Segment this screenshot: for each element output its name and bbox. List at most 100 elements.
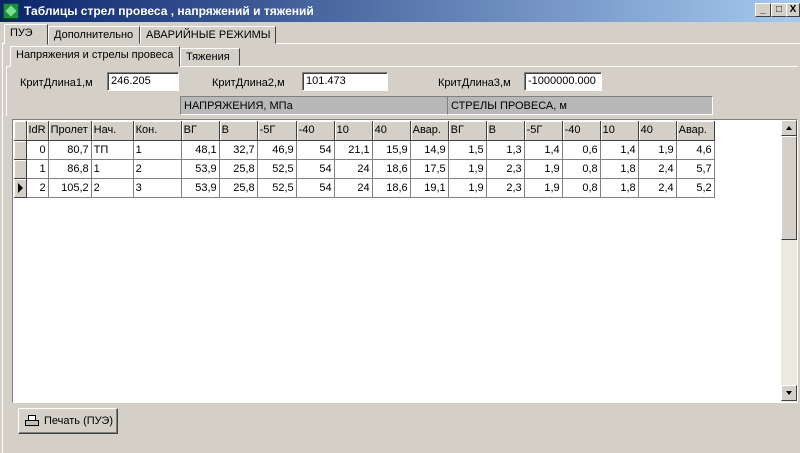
scroll-up-button[interactable] <box>781 120 797 136</box>
scroll-down-button[interactable] <box>781 385 797 401</box>
column-header[interactable]: 10 <box>334 121 373 141</box>
table-cell[interactable]: ТП <box>91 140 134 160</box>
column-header[interactable]: В <box>219 121 258 141</box>
table-cell[interactable]: 2,3 <box>486 178 525 198</box>
table-cell[interactable]: 2,4 <box>638 159 677 179</box>
table-cell[interactable]: 1 <box>26 159 49 179</box>
row-indicator[interactable] <box>14 178 27 198</box>
tab-stress-sag[interactable]: Напряжения и стрелы провеса <box>10 46 180 67</box>
table-cell[interactable]: 46,9 <box>257 140 297 160</box>
table-cell[interactable]: 1 <box>91 159 134 179</box>
table-cell[interactable]: 4,6 <box>676 140 715 160</box>
print-pue-button[interactable]: Печать (ПУЭ) <box>18 408 118 434</box>
column-header[interactable]: -40 <box>296 121 335 141</box>
table-cell[interactable]: 0,8 <box>562 159 601 179</box>
column-header[interactable]: -40 <box>562 121 601 141</box>
table-cell[interactable]: 105,2 <box>48 178 92 198</box>
stress-group-header: НАПРЯЖЕНИЯ, МПа <box>180 96 448 115</box>
table-cell[interactable]: 5,2 <box>676 178 715 198</box>
column-header[interactable]: Авар. <box>676 121 715 141</box>
table-cell[interactable]: 14,9 <box>410 140 449 160</box>
table-cell[interactable]: 5,7 <box>676 159 715 179</box>
table-cell[interactable]: 54 <box>296 159 335 179</box>
row-pointer-icon <box>18 182 23 193</box>
table-cell[interactable]: 18,6 <box>372 159 411 179</box>
table-cell[interactable]: 17,5 <box>410 159 449 179</box>
row-indicator[interactable] <box>14 140 27 160</box>
tab-tension[interactable]: Тяжения <box>180 48 240 66</box>
window-title: Таблицы стрел провеса , напряжений и тяж… <box>24 4 314 18</box>
column-header[interactable]: 40 <box>372 121 411 141</box>
tab-pue[interactable]: ПУЭ <box>4 24 48 45</box>
column-header[interactable]: ВГ <box>448 121 487 141</box>
table-cell[interactable]: 48,1 <box>181 140 220 160</box>
table-cell[interactable]: 18,6 <box>372 178 411 198</box>
table-cell[interactable]: 1,4 <box>524 140 563 160</box>
tab-additional[interactable]: Дополнительно <box>48 26 140 44</box>
table-cell[interactable]: 19,1 <box>410 178 449 198</box>
arrow-down-icon <box>786 391 792 395</box>
table-cell[interactable]: 0 <box>26 140 49 160</box>
column-header[interactable]: Пролет <box>48 121 92 141</box>
crit-length2-field[interactable]: 101.473 <box>302 72 388 91</box>
column-header[interactable]: 40 <box>638 121 677 141</box>
table-cell[interactable]: 52,5 <box>257 178 297 198</box>
table-cell[interactable]: 1,5 <box>448 140 487 160</box>
table-cell[interactable]: 1,8 <box>600 178 639 198</box>
table-cell[interactable]: 2,4 <box>638 178 677 198</box>
column-header[interactable]: -5Г <box>524 121 563 141</box>
table-row[interactable]: 2 105,2 2 3 53,9 25,8 52,5 54 24 18,6 19,1 1,9 2,3 1,… <box>14 178 715 198</box>
table-cell[interactable]: 0,8 <box>562 178 601 198</box>
column-header[interactable]: -5Г <box>257 121 297 141</box>
table-cell[interactable]: 53,9 <box>181 178 220 198</box>
table-cell[interactable]: 1,9 <box>524 159 563 179</box>
table-row[interactable]: 0 80,7 ТП 1 48,1 32,7 46,9 54 21,1 15,9 14,9 1,5 1,3… <box>14 140 715 160</box>
table-cell[interactable]: 1,9 <box>638 140 677 160</box>
table-cell[interactable]: 1,3 <box>486 140 525 160</box>
table-cell[interactable]: 53,9 <box>181 159 220 179</box>
table-cell[interactable]: 25,8 <box>219 159 258 179</box>
table-cell[interactable]: 2 <box>26 178 49 198</box>
table-cell[interactable]: 1,9 <box>448 178 487 198</box>
row-indicator[interactable] <box>14 159 27 179</box>
table-cell[interactable]: 80,7 <box>48 140 92 160</box>
table-cell[interactable]: 3 <box>133 178 182 198</box>
table-cell[interactable]: 1 <box>133 140 182 160</box>
table-cell[interactable]: 25,8 <box>219 178 258 198</box>
column-header[interactable]: Кон. <box>133 121 182 141</box>
crit-length1-field[interactable]: 246.205 <box>107 72 179 91</box>
table-row[interactable]: 1 86,8 1 2 53,9 25,8 52,5 54 24 18,6 17,5 1,9 2,3 1,9… <box>14 159 715 179</box>
column-header[interactable]: Нач. <box>91 121 134 141</box>
table-cell[interactable]: 2 <box>133 159 182 179</box>
table-cell[interactable]: 32,7 <box>219 140 258 160</box>
table-cell[interactable]: 2 <box>91 178 134 198</box>
tab-emergency-modes[interactable]: АВАРИЙНЫЕ РЕЖИМЫ <box>140 26 276 44</box>
table-cell[interactable]: 0,6 <box>562 140 601 160</box>
table-cell[interactable]: 21,1 <box>334 140 373 160</box>
maximize-button[interactable]: □ <box>771 3 787 17</box>
table-cell[interactable]: 86,8 <box>48 159 92 179</box>
table-cell[interactable]: 1,8 <box>600 159 639 179</box>
scroll-thumb[interactable] <box>781 136 797 240</box>
app-icon[interactable] <box>3 3 19 19</box>
column-header[interactable]: IdR <box>26 121 49 141</box>
table-cell[interactable]: 2,3 <box>486 159 525 179</box>
vertical-scrollbar[interactable] <box>781 120 797 402</box>
table-cell[interactable]: 15,9 <box>372 140 411 160</box>
table-cell[interactable]: 24 <box>334 178 373 198</box>
table-cell[interactable]: 24 <box>334 159 373 179</box>
table-cell[interactable]: 52,5 <box>257 159 297 179</box>
table-cell[interactable]: 54 <box>296 178 335 198</box>
close-button[interactable]: X <box>786 3 800 17</box>
table-cell[interactable]: 1,9 <box>448 159 487 179</box>
crit-length3-field[interactable]: -1000000.000 <box>524 72 602 91</box>
data-grid[interactable]: IdR Пролет Нач. Кон. ВГ В -5Г -40 10 40 Авар. ВГ В -5… <box>12 119 798 403</box>
table-cell[interactable]: 54 <box>296 140 335 160</box>
table-cell[interactable]: 1,9 <box>524 178 563 198</box>
column-header[interactable]: ВГ <box>181 121 220 141</box>
table-cell[interactable]: 1,4 <box>600 140 639 160</box>
column-header[interactable]: 10 <box>600 121 639 141</box>
minimize-button[interactable]: _ <box>755 3 771 17</box>
column-header[interactable]: Авар. <box>410 121 449 141</box>
column-header[interactable]: В <box>486 121 525 141</box>
